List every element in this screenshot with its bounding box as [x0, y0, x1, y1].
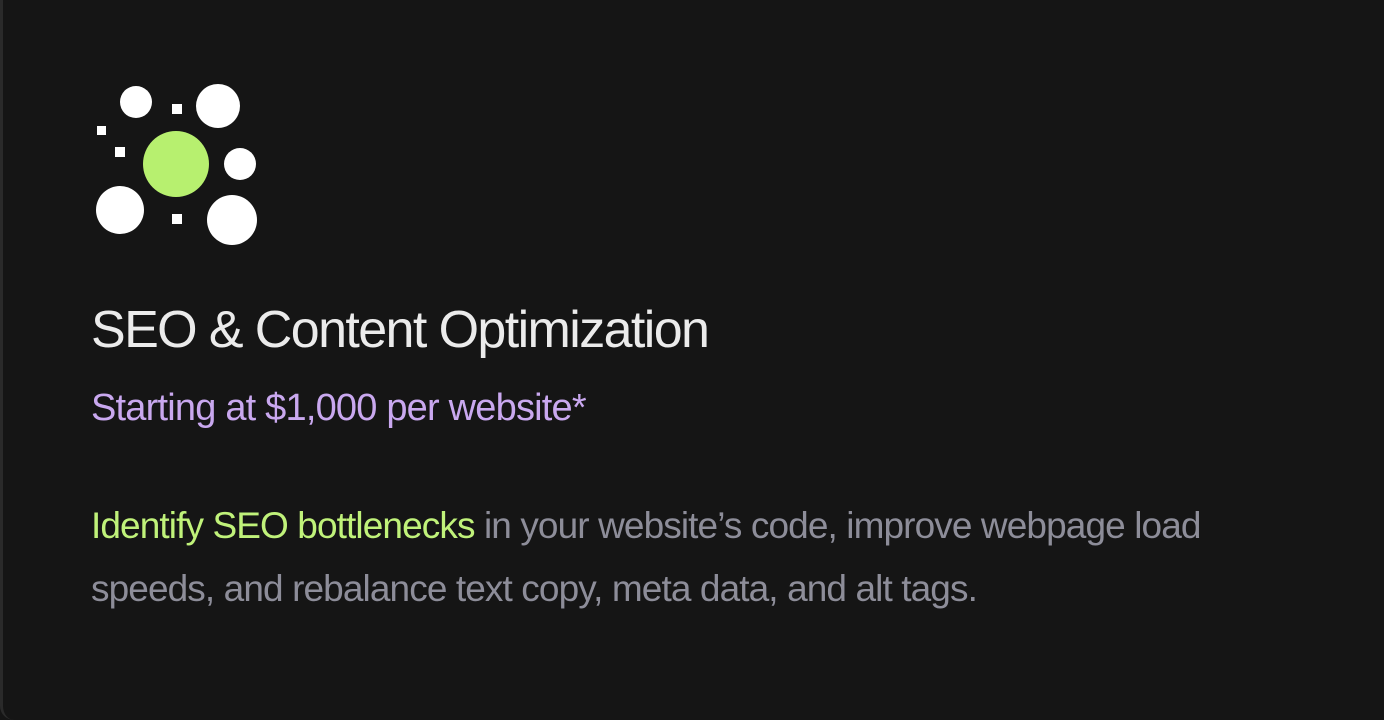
square-white: [172, 104, 182, 114]
square-white: [97, 126, 106, 135]
square-white: [115, 147, 125, 157]
dot-white: [120, 86, 152, 118]
service-card: SEO & Content Optimization Starting at $…: [0, 0, 1384, 720]
scatter-dots-icon: [96, 84, 257, 245]
dot-white: [207, 195, 257, 245]
price-text: Starting at $1,000 per website*: [91, 387, 587, 429]
dot-white: [96, 186, 144, 234]
dot-white: [196, 84, 240, 128]
card-title: SEO & Content Optimization: [91, 301, 710, 359]
square-white: [172, 214, 182, 224]
description-highlight: Identify SEO bottlenecks: [91, 505, 475, 546]
dot-green: [143, 131, 209, 197]
dot-white: [224, 148, 256, 180]
card-description: Identify SEO bottlenecks in your website…: [91, 494, 1321, 620]
